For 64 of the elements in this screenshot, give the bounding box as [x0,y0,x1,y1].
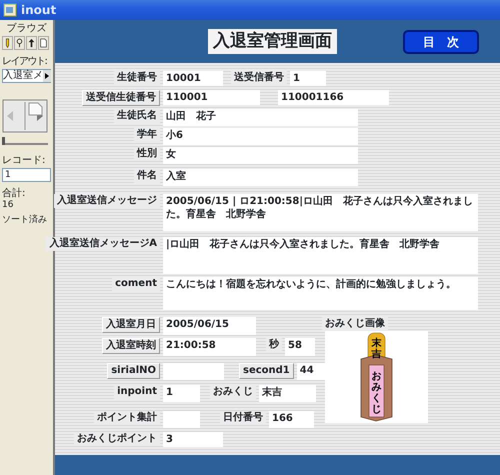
app-icon [3,3,17,17]
field-value[interactable]: 110001 [163,90,260,105]
field-value[interactable]: 1 [290,71,326,86]
caret-icon [43,70,51,82]
stick-text: 末吉 [372,338,382,360]
field-value[interactable]: 女 [163,147,358,164]
field-value[interactable] [163,363,224,380]
slider-thumb[interactable] [2,137,5,145]
field-value[interactable]: 末吉 [259,385,316,402]
field-value[interactable]: 1 [163,385,200,402]
window-title: inout [21,2,56,19]
field-label: おみくじポイント [74,432,160,446]
field-value[interactable]: |ロ山田 花子さんは只今入室されました。育星舎 北野学舎 [163,237,478,274]
field-value[interactable]: 166 [269,411,314,428]
field-value[interactable]: こんにちは！宿題を忘れないように、計画的に勉強しましょう。 [163,277,478,310]
field-label: 生徒番号 [114,71,160,85]
layout-value: 入退室メ [3,70,43,82]
record-label: レコード: [2,154,46,168]
field-label: 日付番号 [220,411,266,425]
field-value[interactable]: 3 [163,432,223,447]
field-label: 学年 [134,128,160,142]
field-value[interactable] [163,411,200,428]
field-value[interactable]: 21:00:58 [163,338,256,356]
box-text: おみくじ [372,371,382,415]
field-label: 入退室送信メッセージA [46,237,160,251]
total-label: 合計: [2,186,26,200]
field-value[interactable]: 110001166 [278,90,389,105]
field-label: おみくじ [210,385,256,399]
total-count: 16 [2,201,14,210]
field-label[interactable]: second1 [239,363,294,379]
image-label: おみくじ画像 [322,317,388,331]
pushpin-icon[interactable] [26,36,37,50]
field-value[interactable]: 58 [285,338,315,356]
field-label: 性別 [134,147,160,161]
field-value[interactable]: 2005/06/15 | ロ21:00:58|ロ山田 花子さんは只今入室されました。育星舎 北野学舎 [163,194,478,231]
field-label[interactable]: 送受信生徒番号 [82,90,160,106]
mode-label: ブラウズ [6,22,48,36]
sort-status: ソート済み [2,214,48,227]
field-value[interactable]: 山田 花子 [163,109,358,126]
screen-title: 入退室管理画面 [208,29,337,54]
field-value[interactable]: 10001 [163,71,223,86]
field-label: 件名 [134,169,160,183]
field-label: 秒 [266,338,282,352]
layout-dropdown[interactable]: 入退室メ [2,69,51,83]
field-value[interactable]: 入室 [163,169,358,186]
field-label: ポイント集計 [94,411,160,425]
layout-label: レイアウト: [2,55,48,69]
field-label: 生徒氏名 [114,109,160,123]
field-label[interactable]: sirialNO [107,363,160,379]
field-label: 送受信番号 [231,71,287,85]
field-label[interactable]: 入退室時刻 [102,338,160,354]
record-book-icon[interactable] [2,99,48,133]
magnifier-icon[interactable] [14,36,25,50]
menu-button[interactable]: 目 次 [403,30,479,54]
field-value[interactable]: 44 [296,363,327,380]
field-value[interactable]: 小6 [163,128,358,145]
page-icon[interactable] [38,36,49,50]
record-field[interactable]: 1 [2,168,51,182]
field-value[interactable]: 2005/06/15 [163,317,256,335]
field-label[interactable]: 入退室月日 [102,317,160,333]
field-label: 入退室送信メッセージ [54,194,160,208]
pencil-icon[interactable] [2,36,13,50]
field-label: inpoint [114,385,160,399]
field-label: coment [112,277,160,291]
